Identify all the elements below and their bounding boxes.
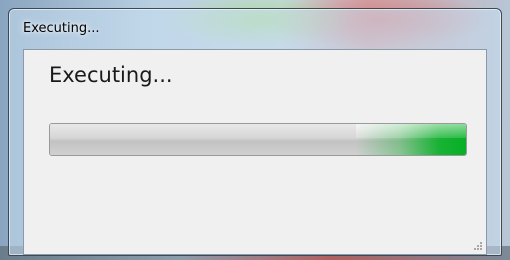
status-message: Executing...	[49, 63, 173, 87]
progress-bar	[49, 123, 467, 156]
window-title: Executing...	[23, 21, 100, 36]
progress-marquee-glow	[356, 124, 466, 155]
resize-grip-icon[interactable]	[470, 238, 482, 250]
title-bar[interactable]: Executing...	[9, 9, 501, 39]
